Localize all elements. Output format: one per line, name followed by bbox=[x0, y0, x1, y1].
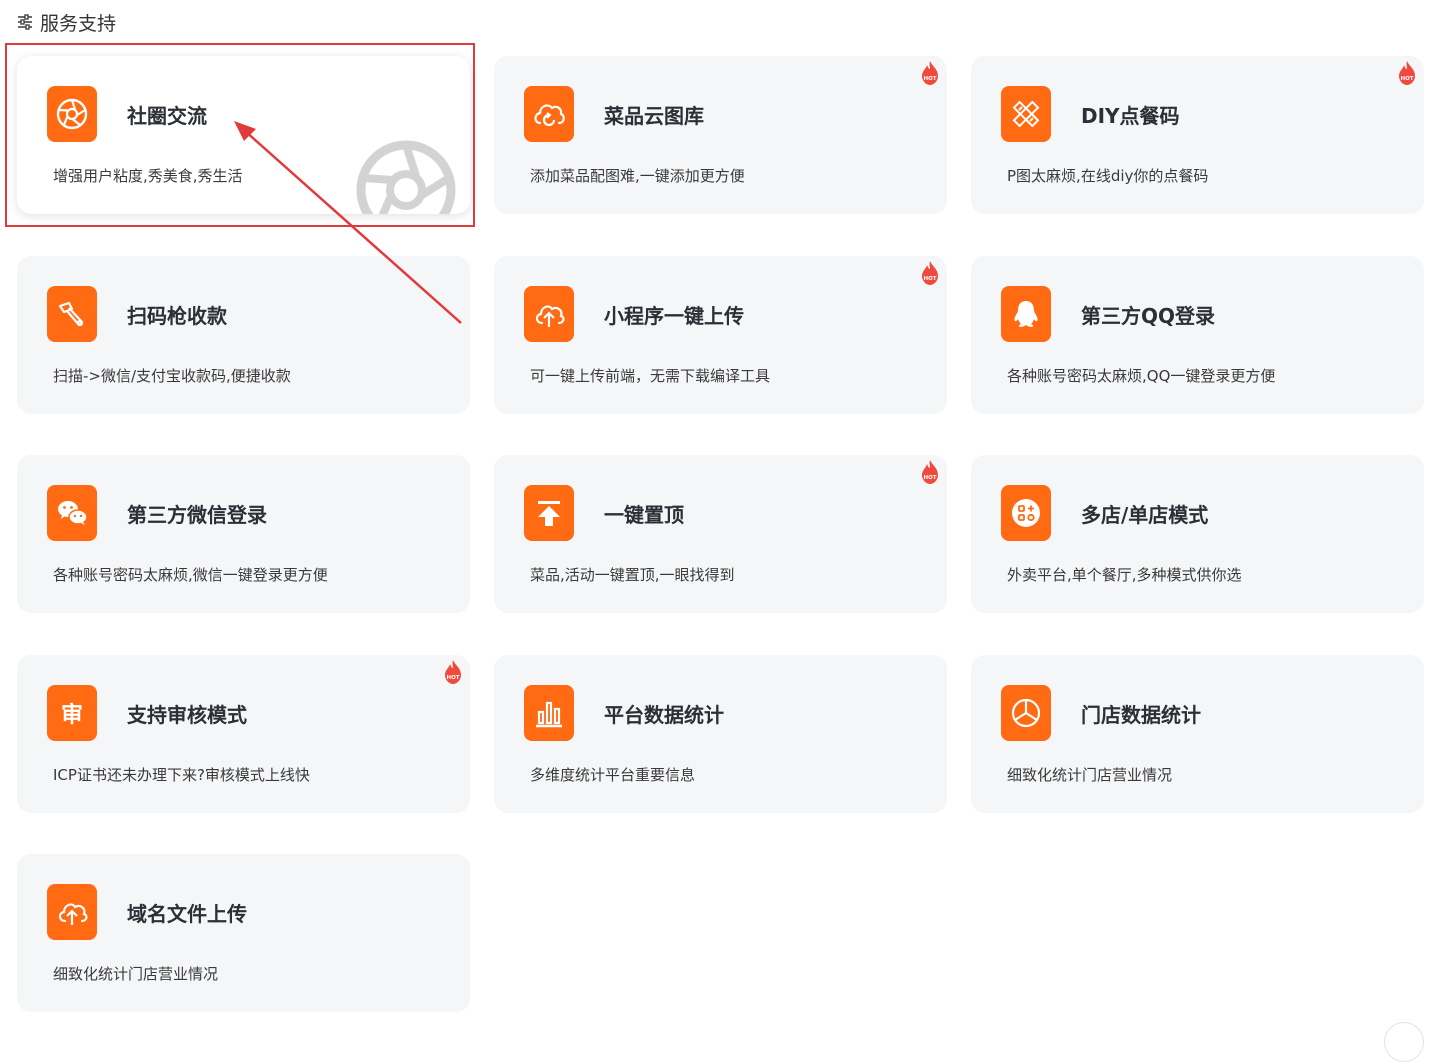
pin-top-icon bbox=[524, 485, 574, 541]
qq-icon bbox=[1001, 286, 1051, 342]
hot-badge-icon: HOT bbox=[922, 61, 938, 85]
review-icon-text: 审 bbox=[60, 703, 83, 728]
card-description: 可一键上传前端，无需下载编译工具 bbox=[530, 367, 771, 385]
card-title: DIY点餐码 bbox=[1081, 104, 1180, 128]
cloud-upload-icon bbox=[524, 286, 574, 342]
section-header: 服务支持 bbox=[16, 8, 116, 36]
service-card-domain-upload[interactable]: 域名文件上传 细致化统计门店营业情况 bbox=[17, 854, 470, 1012]
card-title: 第三方微信登录 bbox=[127, 503, 267, 527]
card-title: 门店数据统计 bbox=[1081, 703, 1201, 727]
card-description: 细致化统计门店营业情况 bbox=[53, 965, 219, 983]
pencil-ruler-icon bbox=[1001, 86, 1051, 142]
hot-label: HOT bbox=[923, 276, 936, 282]
card-title: 扫码枪收款 bbox=[127, 304, 227, 328]
cloud-upload-icon bbox=[47, 884, 97, 940]
hot-label: HOT bbox=[923, 76, 936, 82]
cloud-refresh-icon bbox=[524, 86, 574, 142]
card-title: 域名文件上传 bbox=[127, 902, 247, 926]
hot-label: HOT bbox=[446, 675, 459, 681]
service-card-qq-login[interactable]: 第三方QQ登录 各种账号密码太麻烦,QQ一键登录更方便 bbox=[971, 256, 1424, 414]
aperture-icon bbox=[47, 86, 97, 142]
store-mode-icon bbox=[1001, 485, 1051, 541]
wechat-icon bbox=[47, 485, 97, 541]
card-description: 各种账号密码太麻烦,QQ一键登录更方便 bbox=[1007, 367, 1276, 385]
hot-badge-icon: HOT bbox=[445, 660, 461, 684]
service-card-review-mode[interactable]: 审 支持审核模式 ICP证书还未办理下来?审核模式上线快 HOT bbox=[17, 655, 470, 813]
card-title: 一键置顶 bbox=[604, 503, 684, 527]
bar-chart-icon bbox=[524, 685, 574, 741]
section-title: 服务支持 bbox=[40, 12, 117, 35]
hot-label: HOT bbox=[1400, 76, 1413, 82]
card-title: 平台数据统计 bbox=[604, 703, 724, 727]
card-description: 多维度统计平台重要信息 bbox=[530, 766, 696, 784]
scanner-gun-icon bbox=[47, 286, 97, 342]
service-card-wechat-login[interactable]: 第三方微信登录 各种账号密码太麻烦,微信一键登录更方便 bbox=[17, 455, 470, 613]
service-card-dish-gallery[interactable]: 菜品云图库 添加菜品配图难,一键添加更方便 HOT bbox=[494, 56, 947, 214]
hot-badge-icon: HOT bbox=[922, 460, 938, 484]
card-title: 菜品云图库 bbox=[604, 104, 704, 128]
service-card-miniprogram-upload[interactable]: 小程序一键上传 可一键上传前端，无需下载编译工具 HOT bbox=[494, 256, 947, 414]
card-description: 扫描->微信/支付宝收款码,便捷收款 bbox=[53, 367, 291, 385]
service-card-scanner[interactable]: 扫码枪收款 扫描->微信/支付宝收款码,便捷收款 bbox=[17, 256, 470, 414]
card-description: 外卖平台,单个餐厅,多种模式供你选 bbox=[1007, 566, 1242, 584]
card-title: 支持审核模式 bbox=[127, 703, 247, 727]
card-title: 第三方QQ登录 bbox=[1081, 304, 1216, 328]
card-title: 多店/单店模式 bbox=[1081, 503, 1209, 527]
card-description: 细致化统计门店营业情况 bbox=[1007, 766, 1173, 784]
aperture-watermark-icon bbox=[356, 140, 456, 214]
card-description: 菜品,活动一键置顶,一眼找得到 bbox=[530, 566, 735, 584]
service-card-diy-code[interactable]: DIY点餐码 P图太麻烦,在线diy你的点餐码 HOT bbox=[971, 56, 1424, 214]
service-card-pin-top[interactable]: 一键置顶 菜品,活动一键置顶,一眼找得到 HOT bbox=[494, 455, 947, 613]
card-description: P图太麻烦,在线diy你的点餐码 bbox=[1007, 167, 1209, 185]
hot-badge-icon: HOT bbox=[922, 261, 938, 285]
card-description: ICP证书还未办理下来?审核模式上线快 bbox=[53, 766, 310, 784]
service-card-platform-stats[interactable]: 平台数据统计 多维度统计平台重要信息 bbox=[494, 655, 947, 813]
card-description: 添加菜品配图难,一键添加更方便 bbox=[530, 167, 745, 185]
service-card-store-stats[interactable]: 门店数据统计 细致化统计门店营业情况 bbox=[971, 655, 1424, 813]
pie-chart-icon bbox=[1001, 685, 1051, 741]
card-title: 社圈交流 bbox=[127, 104, 207, 128]
hot-badge-icon: HOT bbox=[1399, 61, 1415, 85]
card-description: 各种账号密码太麻烦,微信一键登录更方便 bbox=[53, 566, 328, 584]
card-description: 增强用户粘度,秀美食,秀生活 bbox=[53, 167, 243, 185]
card-title: 小程序一键上传 bbox=[604, 304, 744, 328]
scroll-top-button[interactable] bbox=[1384, 1022, 1424, 1062]
sliders-icon bbox=[16, 13, 34, 31]
review-icon: 审 bbox=[47, 685, 97, 741]
service-card-store-mode[interactable]: 多店/单店模式 外卖平台,单个餐厅,多种模式供你选 bbox=[971, 455, 1424, 613]
hot-label: HOT bbox=[923, 475, 936, 481]
service-card-community[interactable]: 社圈交流 增强用户粘度,秀美食,秀生活 bbox=[17, 56, 470, 214]
